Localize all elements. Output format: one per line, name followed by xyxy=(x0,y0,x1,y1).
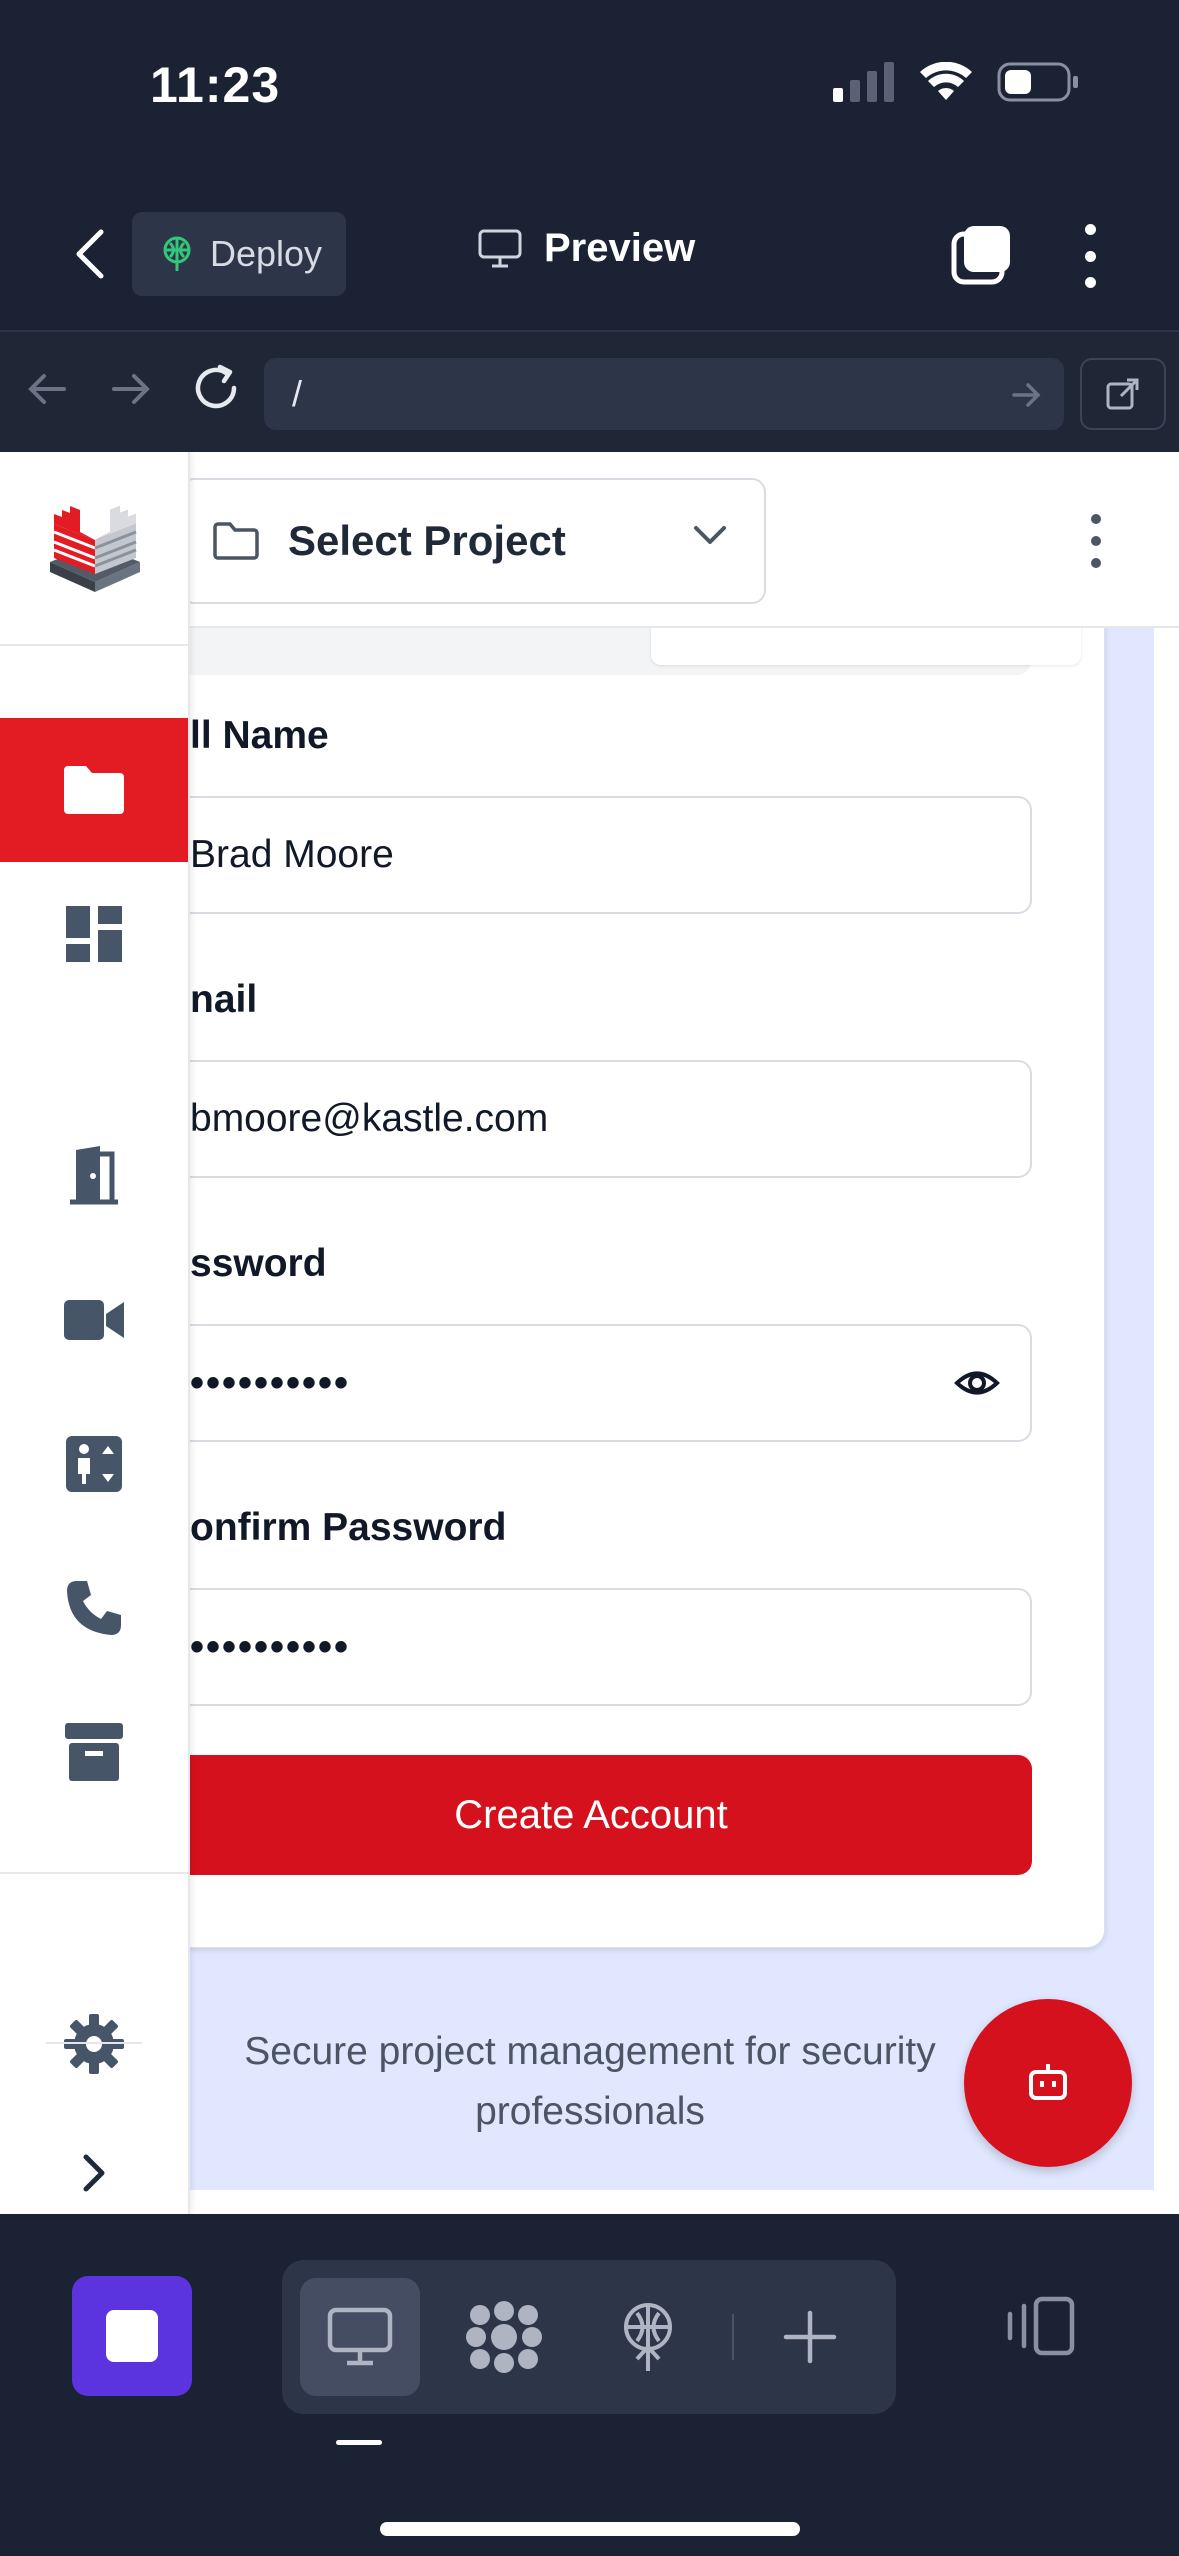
confirm-password-value: •••••••••• xyxy=(190,1624,351,1669)
nodes-icon xyxy=(466,2301,542,2373)
app-bar: Deploy Preview xyxy=(0,180,1179,330)
tool-preview[interactable] xyxy=(300,2278,420,2396)
castle-logo xyxy=(50,506,140,592)
active-tab-indicator xyxy=(336,2440,382,2445)
back-button[interactable] xyxy=(60,224,120,284)
folder-outline-icon xyxy=(213,522,259,560)
deploy-label: Deploy xyxy=(210,233,323,274)
password-value: •••••••••• xyxy=(190,1360,351,1405)
full-name-input[interactable]: Brad Moore xyxy=(170,796,1032,914)
sidebar-item-video[interactable] xyxy=(0,1248,188,1392)
reload-icon[interactable] xyxy=(190,362,242,414)
email-input[interactable]: bmoore@kastle.com xyxy=(170,1060,1032,1178)
tool-separator xyxy=(732,2314,734,2360)
tagline: Secure project management for security p… xyxy=(244,2030,936,2133)
stop-button[interactable] xyxy=(72,2276,192,2396)
arrow-right-icon[interactable] xyxy=(108,366,154,412)
email-value: bmoore@kastle.com xyxy=(190,1097,549,1140)
tabs-button[interactable] xyxy=(950,222,1014,286)
sidebar-divider-short xyxy=(46,2042,142,2044)
folder-icon xyxy=(64,766,124,814)
panel-toggle-icon[interactable] xyxy=(1006,2296,1076,2356)
dashboard-icon xyxy=(66,906,122,962)
url-bar: / xyxy=(0,330,1179,452)
tabs-icon xyxy=(951,226,1010,285)
preview-tab[interactable]: Preview xyxy=(478,226,695,271)
tool-add[interactable] xyxy=(750,2278,870,2396)
eye-icon[interactable] xyxy=(954,1360,1000,1406)
password-label: ssword xyxy=(190,1242,327,1285)
status-icons xyxy=(833,62,1079,102)
wifi-icon xyxy=(920,62,972,100)
chevron-left-icon xyxy=(76,229,104,279)
stop-icon xyxy=(106,2310,158,2362)
door-icon xyxy=(70,1146,118,1205)
assistant-fab-button[interactable] xyxy=(964,1999,1132,2167)
bottom-toolbar xyxy=(0,2214,1179,2556)
sidebar-item-settings[interactable] xyxy=(0,1972,188,2116)
url-text: / xyxy=(292,373,303,414)
deploy-icon xyxy=(163,236,191,271)
sidebar-divider xyxy=(0,644,190,646)
sidebar-item-access[interactable] xyxy=(0,1104,188,1248)
monitor-icon xyxy=(478,229,522,267)
project-select-label: Select Project xyxy=(288,517,566,564)
phone-icon xyxy=(67,1581,121,1635)
more-menu-button[interactable] xyxy=(1072,224,1108,288)
project-select[interactable]: Select Project xyxy=(180,478,766,604)
sidebar-divider-bottom xyxy=(0,1872,190,1874)
deploy-icon xyxy=(624,2303,672,2371)
status-time: 11:23 xyxy=(150,57,281,113)
sidebar-item-archive[interactable] xyxy=(0,1680,188,1824)
full-name-value: Brad Moore xyxy=(190,833,394,876)
full-name-label: ll Name xyxy=(190,714,329,757)
go-arrow-icon[interactable] xyxy=(1010,378,1044,412)
confirm-password-label: onfirm Password xyxy=(190,1506,507,1549)
arrow-left-icon[interactable] xyxy=(24,366,70,412)
open-external-button[interactable] xyxy=(1080,358,1166,430)
sidebar-item-phone[interactable] xyxy=(0,1536,188,1680)
video-icon xyxy=(64,1300,124,1340)
status-bar: 11:23 xyxy=(0,0,1179,180)
chevron-down-icon xyxy=(694,526,726,544)
sidebar-expand-button[interactable] xyxy=(0,2118,188,2214)
view-switcher xyxy=(282,2260,896,2414)
tool-workflow[interactable] xyxy=(444,2278,564,2396)
deploy-button[interactable]: Deploy xyxy=(132,212,346,296)
external-link-icon xyxy=(1106,378,1139,410)
monitor-icon xyxy=(327,2307,393,2366)
web-viewport: ll Name Brad Moore nail bmoore@kastle.co… xyxy=(0,452,1179,2214)
confirm-password-input[interactable]: •••••••••• xyxy=(170,1588,1032,1706)
url-input[interactable]: / xyxy=(264,358,1064,430)
sidebar-item-dashboard[interactable] xyxy=(0,862,188,1006)
preview-label: Preview xyxy=(544,226,696,270)
archive-icon xyxy=(65,1723,123,1781)
sidebar-item-projects[interactable] xyxy=(0,718,188,862)
robot-icon xyxy=(1029,2064,1067,2100)
create-account-button[interactable]: Create Account xyxy=(150,1755,1032,1875)
header-more-button[interactable] xyxy=(1086,514,1106,568)
sidebar-item-elevator[interactable] xyxy=(0,1392,188,1536)
password-input[interactable]: •••••••••• xyxy=(170,1324,1032,1442)
email-label: nail xyxy=(190,978,258,1021)
elevator-icon xyxy=(66,1436,122,1492)
gear-icon xyxy=(64,2014,124,2074)
plus-icon xyxy=(783,2310,837,2364)
chevron-right-icon xyxy=(83,2154,105,2192)
home-indicator[interactable] xyxy=(380,2522,800,2536)
signal-icon xyxy=(833,62,894,102)
sidebar xyxy=(0,452,190,2214)
battery-icon xyxy=(997,62,1078,102)
tool-deploy[interactable] xyxy=(588,2278,708,2396)
